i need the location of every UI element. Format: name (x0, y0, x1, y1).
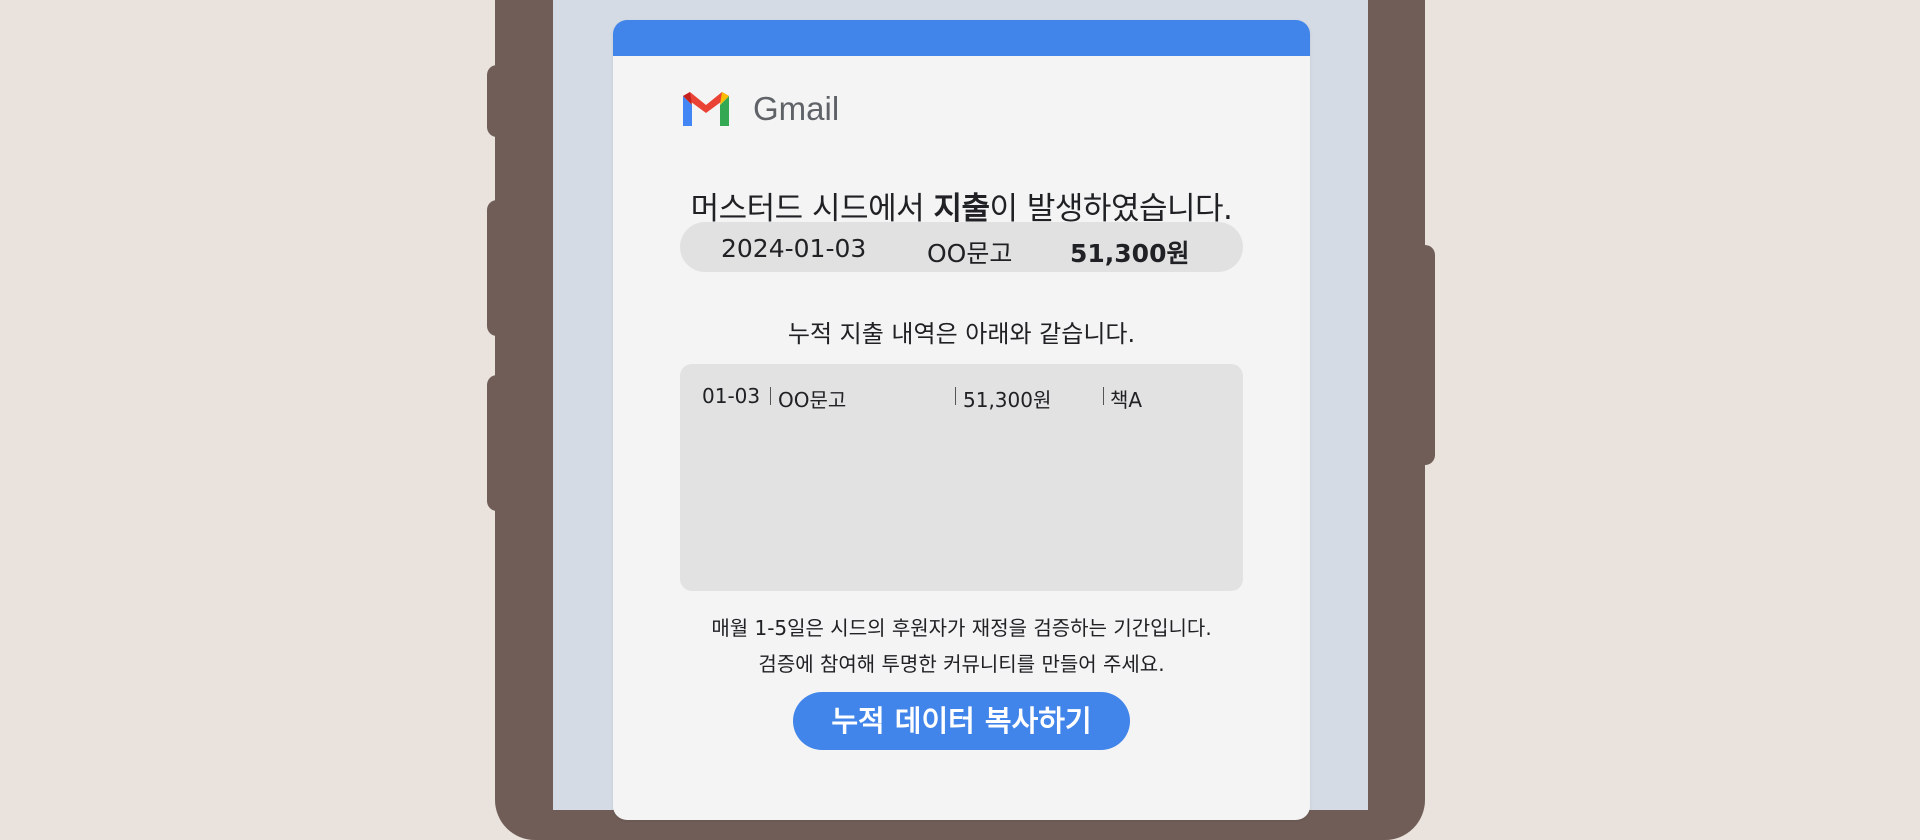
email-card: Gmail 머스터드 시드에서 지출이 발생하였습니다. 2024-01-03 … (613, 20, 1310, 820)
history-item: 책A (1110, 388, 1143, 412)
column-separator (770, 387, 771, 405)
history-title: 누적 지출 내역은 아래와 같습니다. (787, 320, 1136, 348)
copy-data-button[interactable]: 누적 데이터 복사하기 (793, 692, 1130, 750)
history-amount: 51,300원 (963, 388, 1052, 412)
transaction-date: 2024-01-03 (721, 234, 867, 263)
history-row: 01-03 OO문고 51,300원 책A (680, 384, 1243, 412)
email-brand: Gmail (680, 89, 839, 129)
history-vendor: OO문고 (778, 388, 847, 412)
notice-line-1: 매월 1-5일은 시드의 후원자가 재정을 검증하는 기간입니다. (711, 616, 1212, 640)
column-separator (1103, 387, 1104, 405)
history-list: 01-03 OO문고 51,300원 책A (680, 364, 1243, 591)
card-accent-bar (613, 20, 1310, 56)
transaction-summary: 2024-01-03 OO문고 51,300원 (680, 222, 1243, 272)
history-date: 01-03 (702, 384, 761, 408)
gmail-logo-icon (683, 92, 729, 126)
phone-power-button (1415, 245, 1435, 465)
transaction-vendor: OO문고 (927, 239, 1013, 268)
phone-side-button (487, 65, 507, 137)
transaction-amount: 51,300원 (1070, 239, 1190, 268)
column-separator (955, 387, 956, 405)
notice-line-2: 검증에 참여해 투명한 커뮤니티를 만들어 주세요. (758, 652, 1165, 676)
phone-volume-up-button (487, 200, 507, 336)
phone-volume-down-button (487, 375, 507, 511)
verification-notice: 매월 1-5일은 시드의 후원자가 재정을 검증하는 기간입니다. 검증에 참여… (613, 610, 1310, 682)
gmail-brand-name: Gmail (753, 90, 840, 127)
